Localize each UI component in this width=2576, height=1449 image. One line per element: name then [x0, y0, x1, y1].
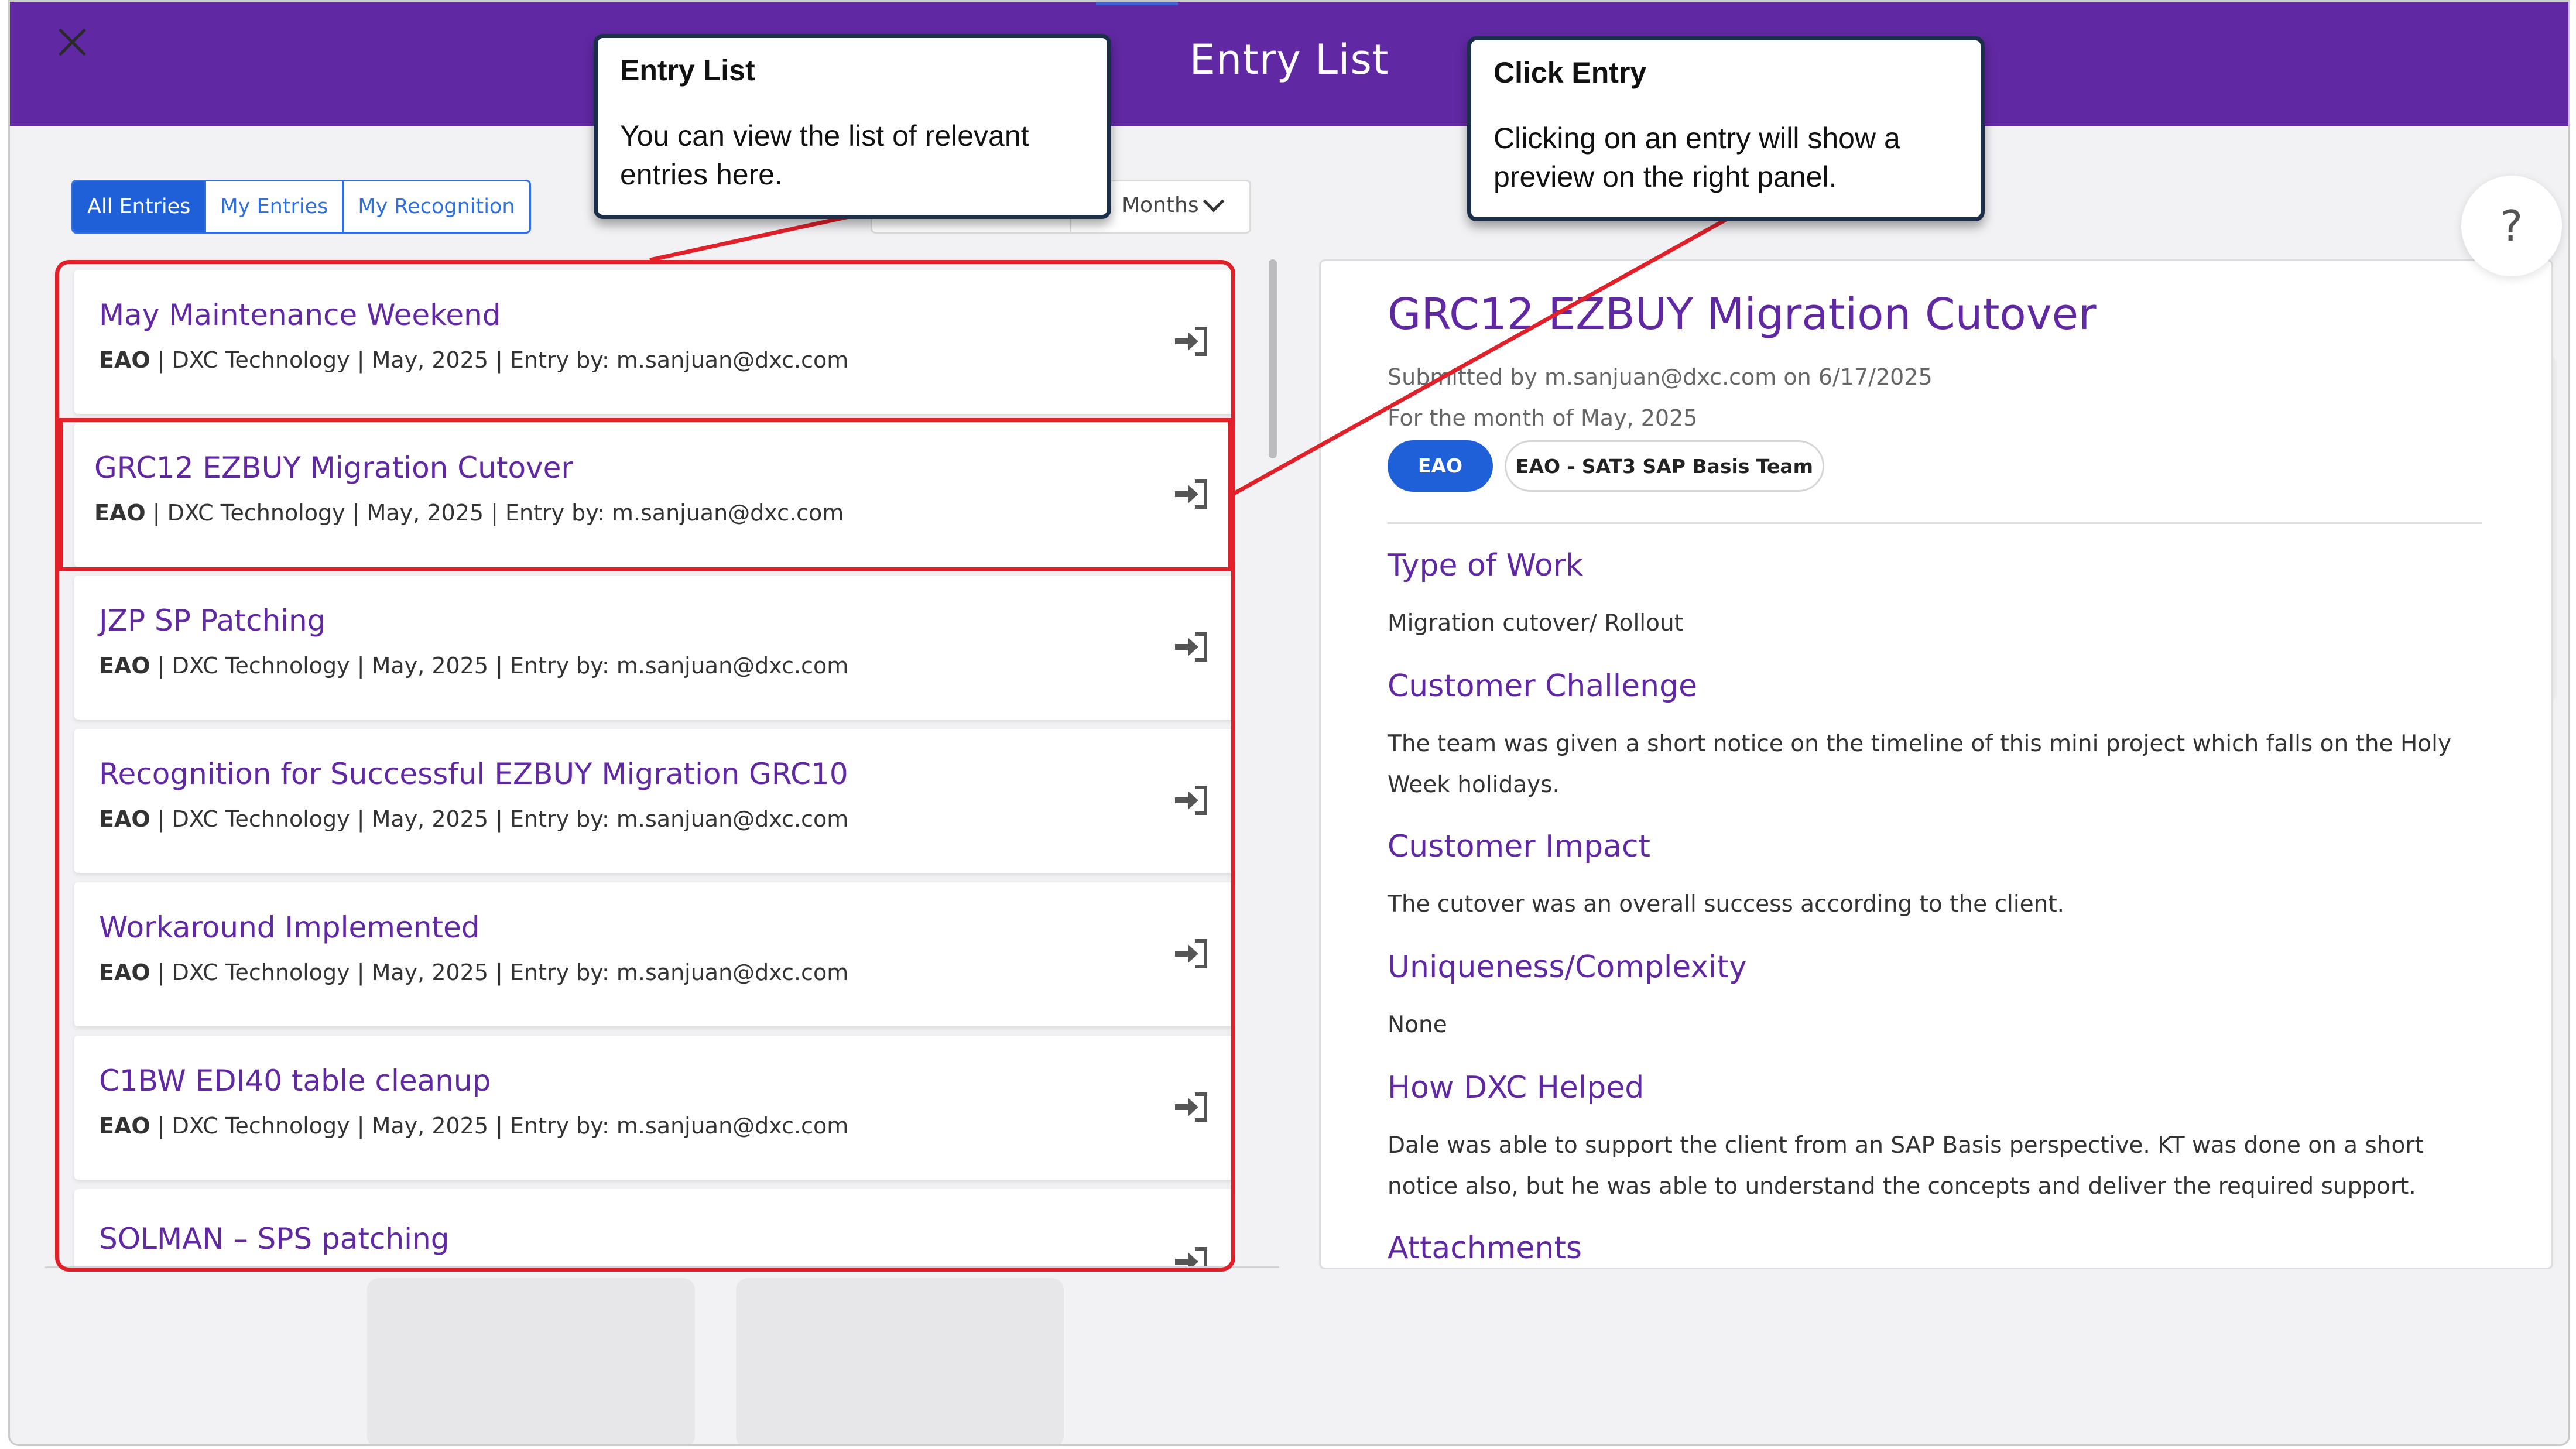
help-button[interactable]: ? — [2461, 176, 2562, 276]
modal-header: Entry List — [10, 2, 2568, 126]
section-heading: How DXC Helped — [1388, 1070, 1645, 1105]
callout-title: Click Entry — [1493, 56, 1647, 89]
section-heading: Attachments — [1388, 1231, 1582, 1266]
section-heading: Type of Work — [1388, 548, 1584, 583]
background-shape — [736, 1278, 1064, 1444]
entry-list-highlight — [55, 260, 1235, 1272]
selected-entry-highlight — [59, 418, 1232, 571]
preview-month: For the month of May, 2025 — [1388, 405, 1698, 431]
callout-body: You can view the list of relevant entrie… — [620, 119, 1029, 191]
callout-title: Entry List — [620, 54, 755, 87]
entry-filter-tabs: All Entries My Entries My Recognition — [71, 180, 531, 234]
background-shape — [367, 1278, 695, 1444]
section-heading: Customer Impact — [1388, 829, 1650, 864]
period-select-value: Months — [1122, 193, 1199, 217]
callout-entry-list: Entry List You can view the list of rele… — [594, 34, 1111, 219]
entry-preview-panel: GRC12 EZBUY Migration Cutover Submitted … — [1319, 259, 2553, 1269]
tab-my-entries[interactable]: My Entries — [206, 181, 344, 232]
page-title: Entry List — [1189, 36, 1389, 84]
screen: Entry List All Entries My Entries My Rec… — [0, 0, 2576, 1449]
header-accent — [1096, 2, 1178, 5]
chevron-down-icon — [1203, 190, 1225, 213]
entry-list-scrollbar[interactable] — [1269, 259, 1277, 458]
tag-badge: EAO - SAT3 SAP Basis Team — [1505, 440, 1824, 492]
tab-my-recognition[interactable]: My Recognition — [344, 181, 529, 232]
divider — [1388, 522, 2482, 524]
callout-body: Clicking on an entry will show a preview… — [1493, 122, 1900, 193]
tab-all-entries[interactable]: All Entries — [73, 181, 207, 232]
section-text: The cutover was an overall success accor… — [1388, 891, 2065, 917]
tag-badge: EAO — [1388, 440, 1493, 492]
preview-title: GRC12 EZBUY Migration Cutover — [1388, 289, 2097, 340]
preview-submitted: Submitted by m.sanjuan@dxc.com on 6/17/2… — [1388, 364, 1933, 390]
callout-click-entry: Click Entry Clicking on an entry will sh… — [1467, 36, 1985, 221]
section-text: Dale was able to support the client from… — [1388, 1132, 2424, 1200]
section-heading: Uniqueness/Complexity — [1388, 950, 1747, 985]
section-heading: Customer Challenge — [1388, 669, 1698, 704]
section-text: Migration cutover/ Rollout — [1388, 610, 1683, 636]
section-text: The team was given a short notice on the… — [1388, 731, 2452, 798]
section-text: None — [1388, 1012, 1447, 1038]
